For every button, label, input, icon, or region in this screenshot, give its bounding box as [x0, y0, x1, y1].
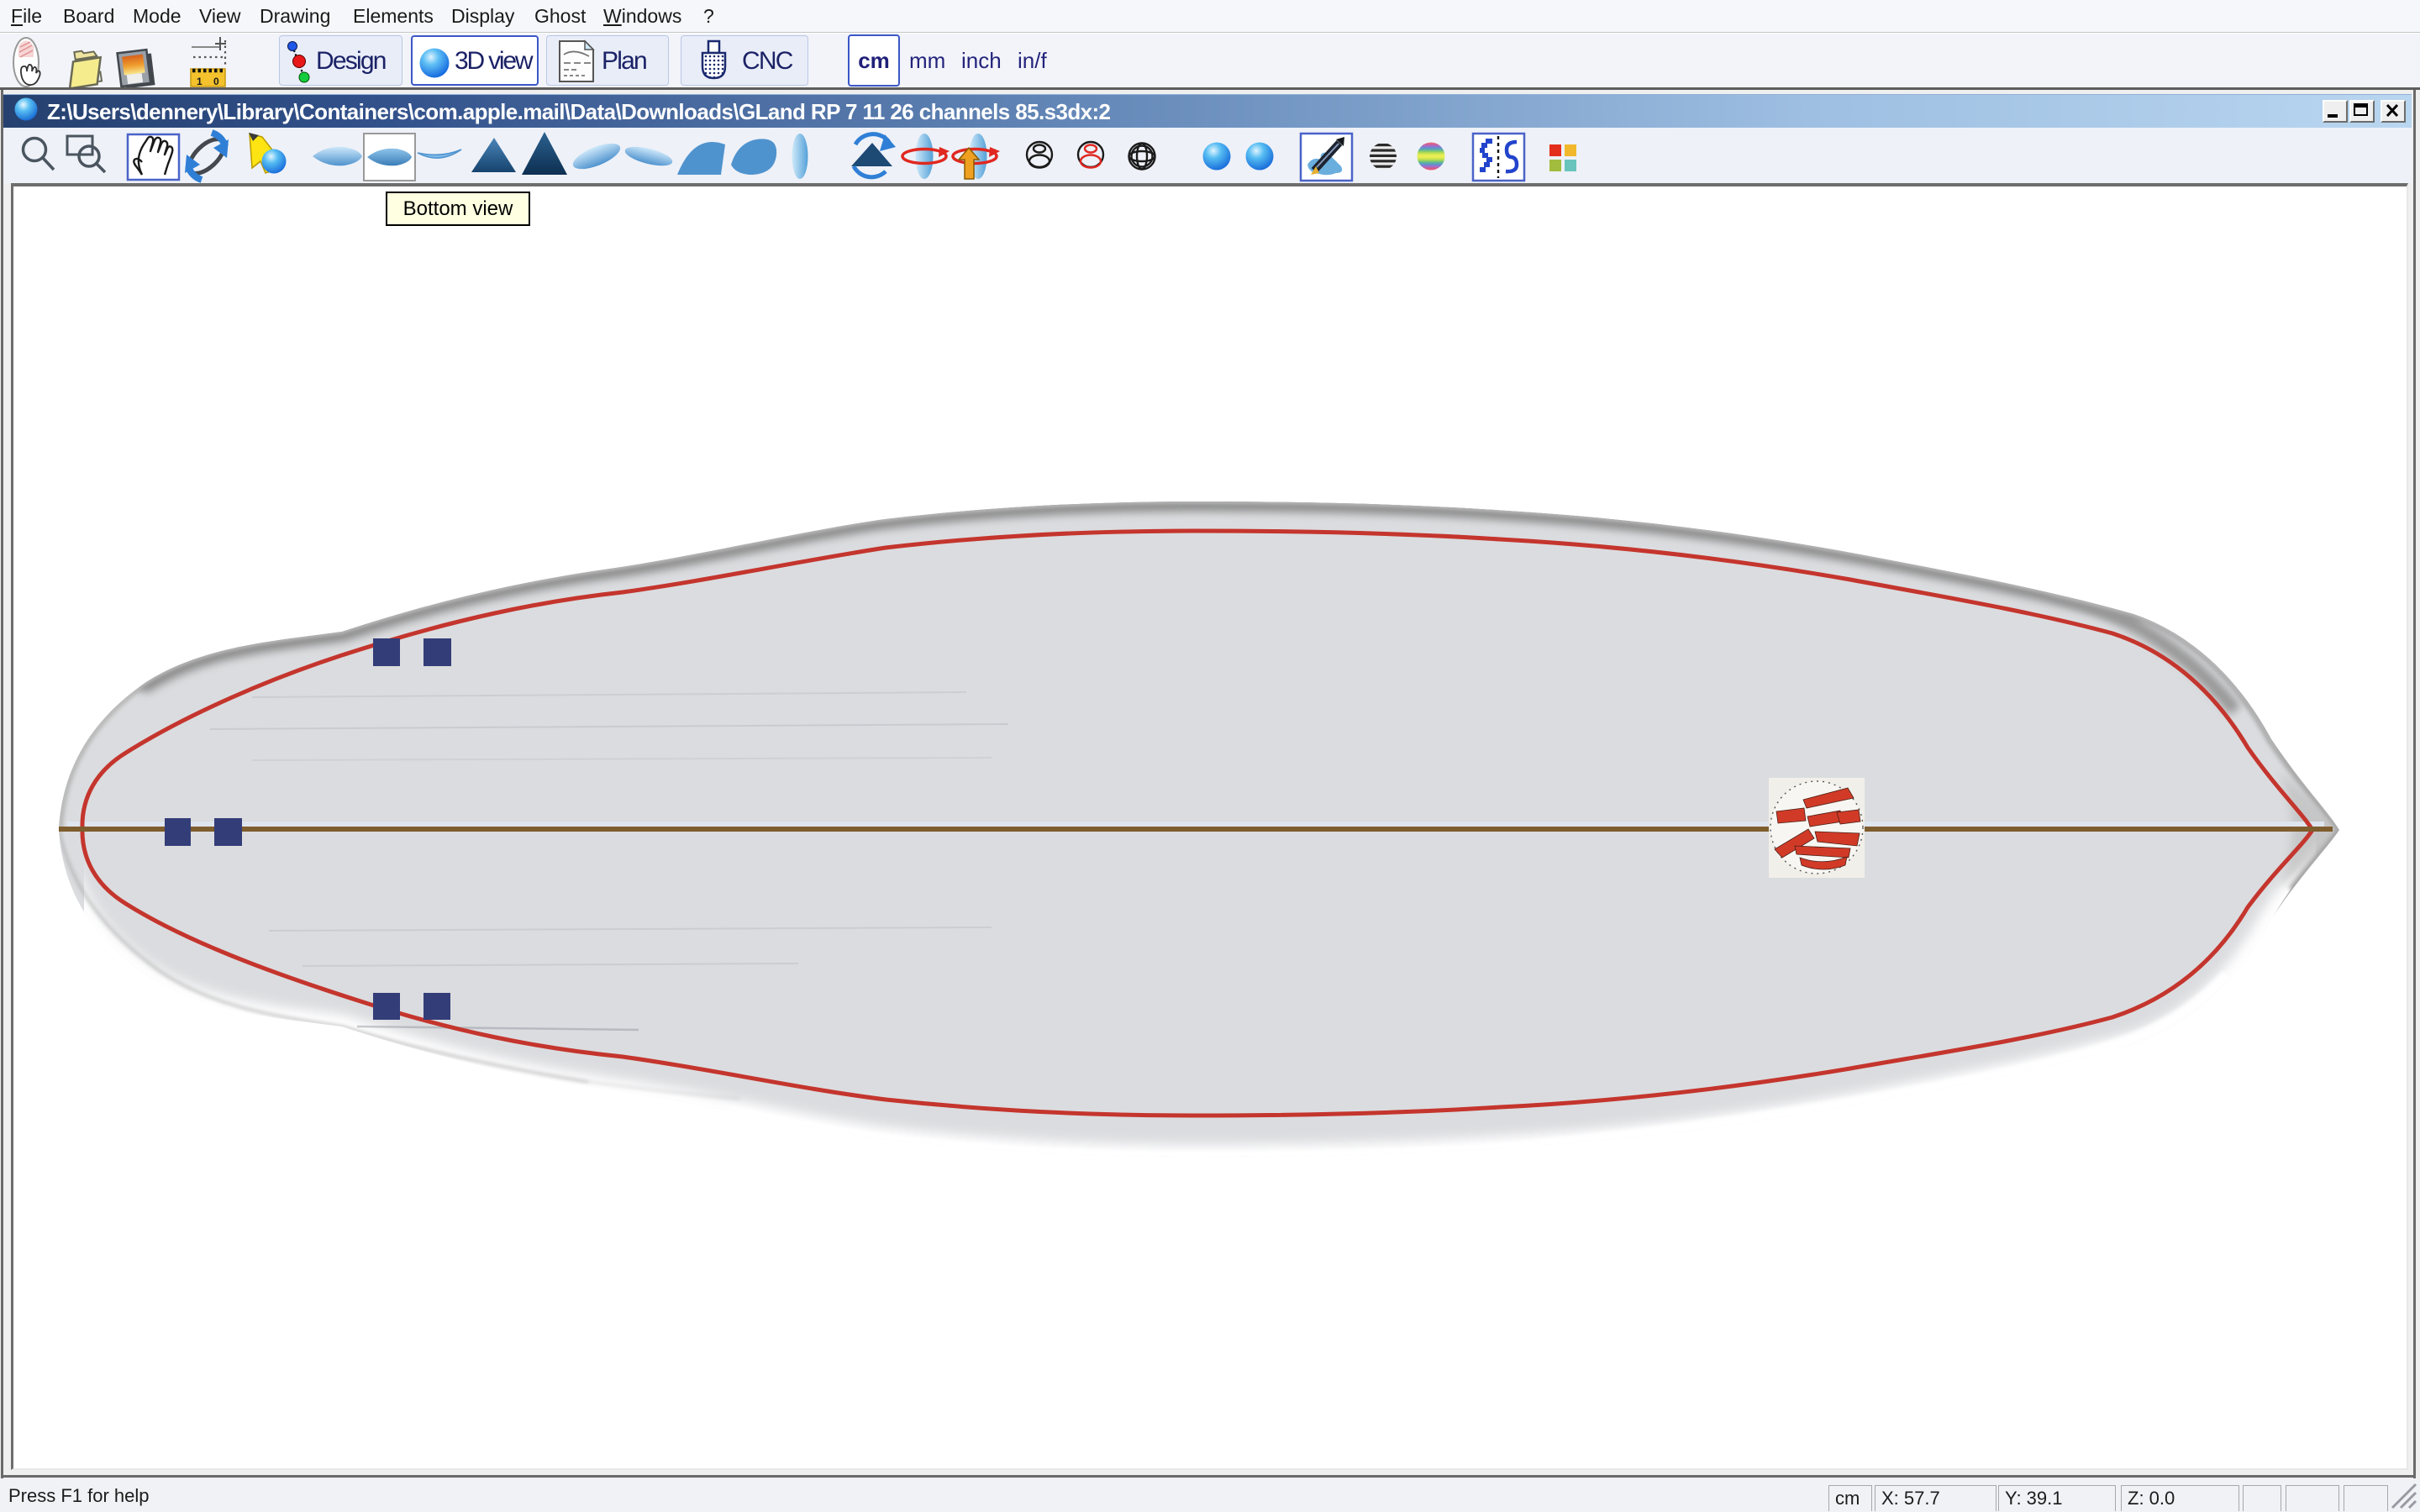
svg-text:1: 1: [197, 76, 203, 87]
svg-text:0: 0: [213, 76, 219, 87]
